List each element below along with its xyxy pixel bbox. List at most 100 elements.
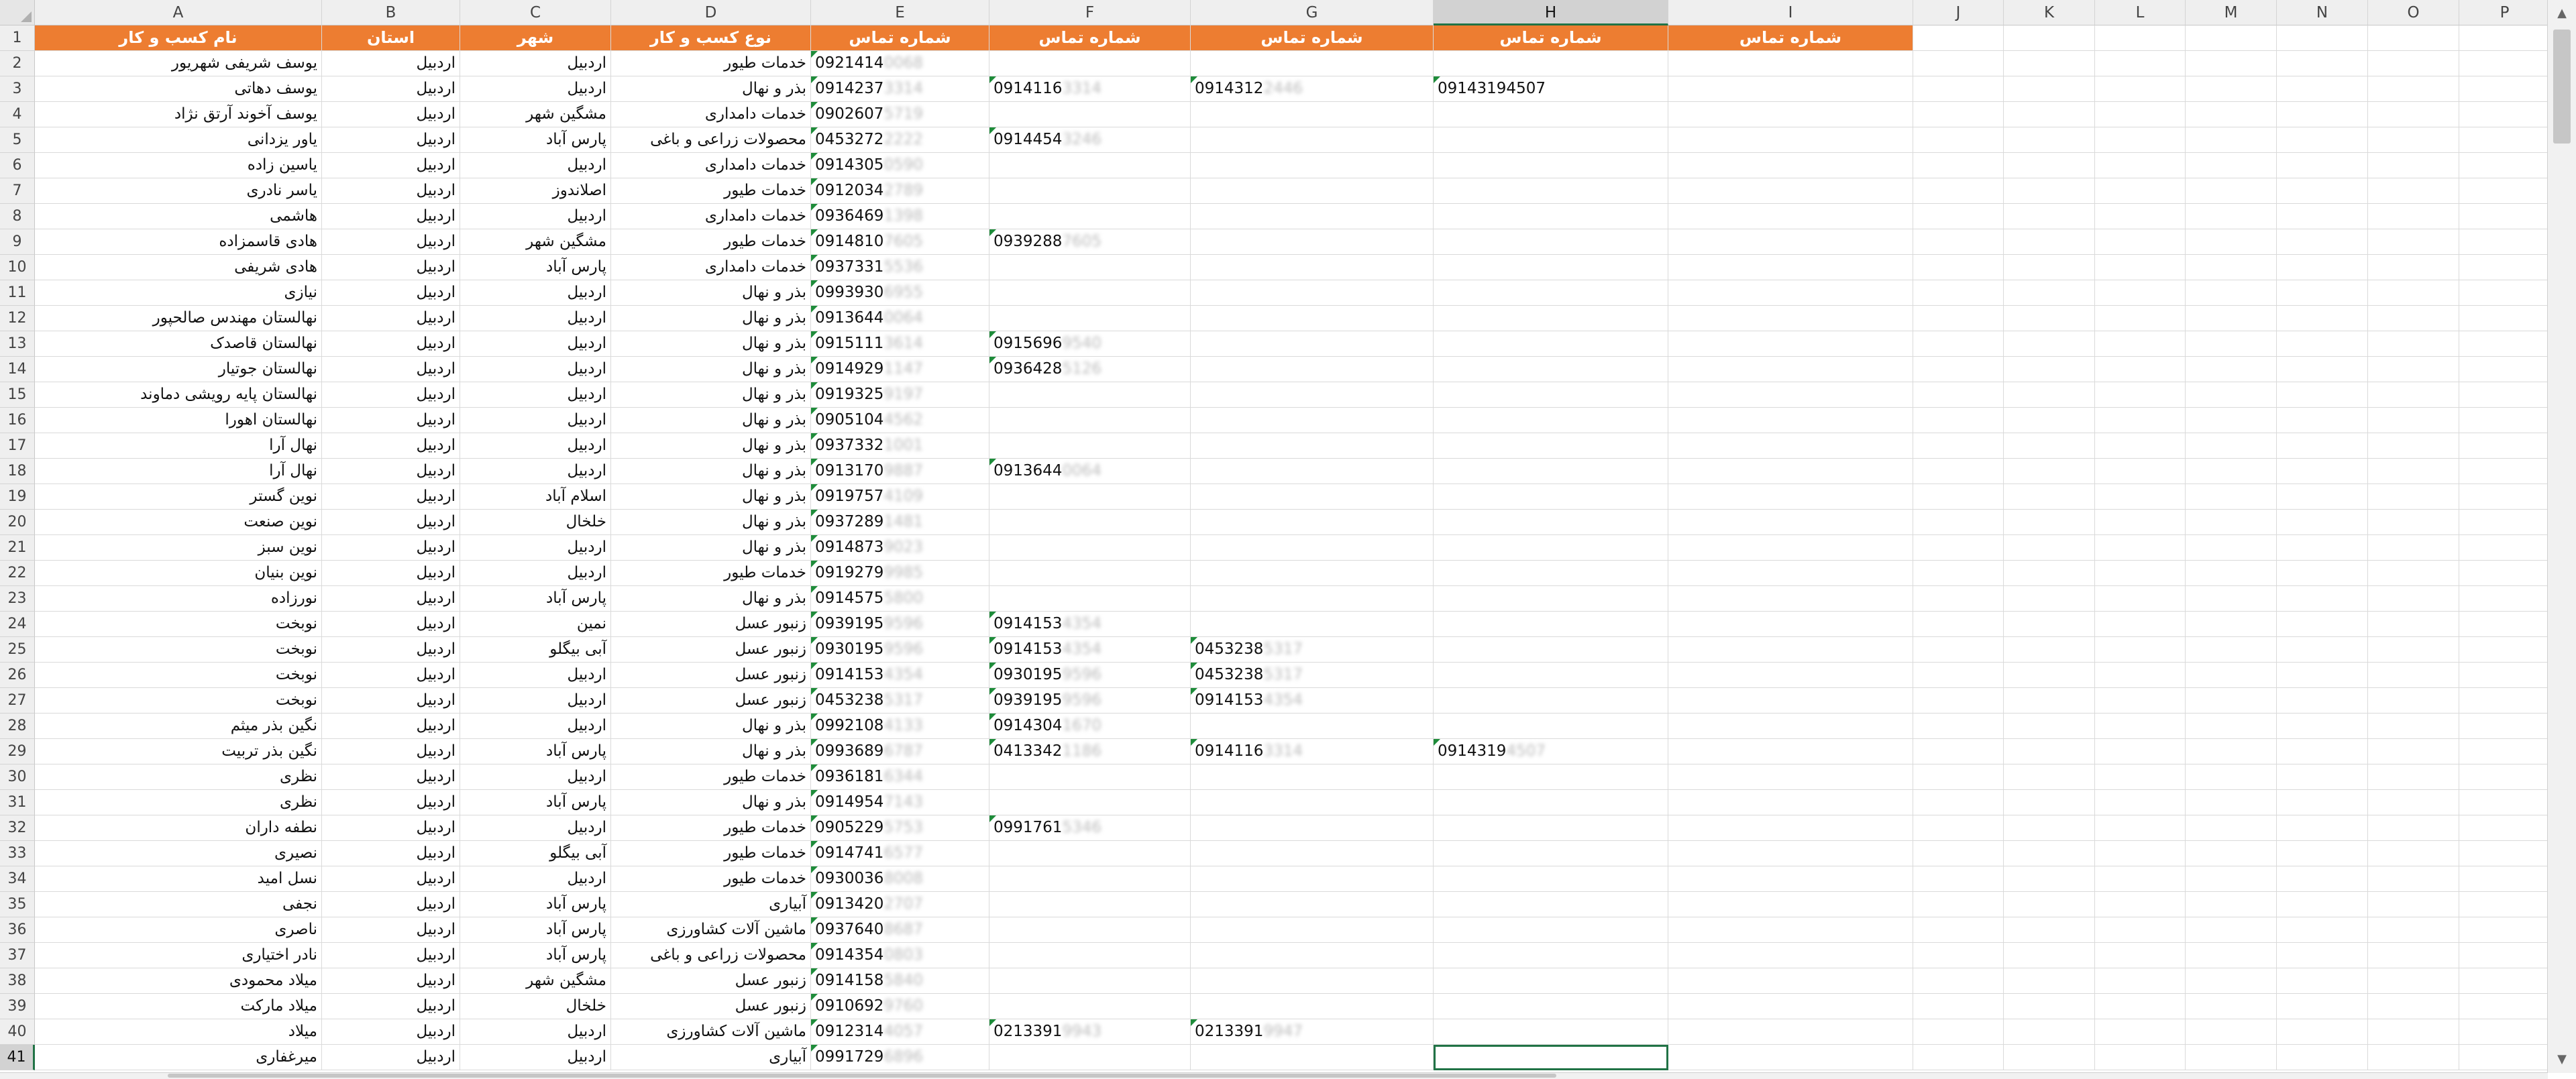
cell-h[interactable] <box>1434 51 1668 76</box>
cell-i[interactable] <box>1668 994 1913 1019</box>
row-header[interactable]: 28 <box>0 714 35 739</box>
cell-k[interactable] <box>2004 357 2095 382</box>
cell-f[interactable] <box>989 484 1191 510</box>
cell-f[interactable] <box>989 382 1191 408</box>
cell-n[interactable] <box>2277 943 2368 968</box>
cell-e[interactable]: 09136440064 <box>811 306 989 331</box>
cell-l[interactable] <box>2095 815 2186 841</box>
cell-j[interactable] <box>1913 510 2004 535</box>
column-header-f[interactable]: F <box>989 0 1191 25</box>
cell-b[interactable]: اردبیل <box>322 229 460 255</box>
cell-f[interactable] <box>989 306 1191 331</box>
cell-m[interactable] <box>2186 739 2277 764</box>
cell-a[interactable]: نوبخت <box>35 637 322 663</box>
cell-o[interactable] <box>2368 994 2459 1019</box>
cell-n[interactable] <box>2277 1019 2368 1045</box>
column-header-n[interactable]: N <box>2277 0 2368 25</box>
cell-n[interactable] <box>2277 866 2368 892</box>
row-header[interactable]: 18 <box>0 459 35 484</box>
cell-n[interactable] <box>2277 790 2368 815</box>
cell-h[interactable] <box>1434 612 1668 637</box>
cell-l[interactable] <box>2095 484 2186 510</box>
cell-k[interactable] <box>2004 586 2095 612</box>
cell-m[interactable] <box>2186 663 2277 688</box>
cell-d[interactable]: آبیاری <box>611 892 811 917</box>
cell-g[interactable] <box>1191 892 1434 917</box>
cell-h[interactable] <box>1434 892 1668 917</box>
cell-l[interactable] <box>2095 739 2186 764</box>
cell-k[interactable] <box>2004 1045 2095 1070</box>
cell-g[interactable]: 09141534354 <box>1191 688 1434 714</box>
header-cell-a[interactable]: نام کسب و کار <box>35 25 322 51</box>
cell-c[interactable]: اردبیل <box>460 535 611 561</box>
cell-m[interactable] <box>2186 357 2277 382</box>
cell-a[interactable]: نگین بذر میثم <box>35 714 322 739</box>
cell-p[interactable] <box>2459 229 2548 255</box>
cell-d[interactable]: خدمات طیور <box>611 561 811 586</box>
cell-h[interactable] <box>1434 714 1668 739</box>
cell-a[interactable]: نطفه داران <box>35 815 322 841</box>
cell-g[interactable] <box>1191 357 1434 382</box>
cell-j[interactable] <box>1913 102 2004 127</box>
cell-j[interactable] <box>1913 433 2004 459</box>
cell-j[interactable] <box>1913 204 2004 229</box>
cell-i[interactable] <box>1668 382 1913 408</box>
cell-l[interactable] <box>2095 408 2186 433</box>
cell-k[interactable] <box>2004 459 2095 484</box>
cell-h[interactable] <box>1434 408 1668 433</box>
cell-n[interactable] <box>2277 561 2368 586</box>
row-header[interactable]: 41 <box>0 1045 35 1070</box>
cell-d[interactable]: خدمات طیور <box>611 51 811 76</box>
cell-d[interactable]: زنبور عسل <box>611 637 811 663</box>
row-header[interactable]: 8 <box>0 204 35 229</box>
cell-n[interactable] <box>2277 892 2368 917</box>
header-cell-e[interactable]: شماره تماس <box>811 25 989 51</box>
cell-d[interactable]: بذر و نهال <box>611 739 811 764</box>
cell-j[interactable] <box>1913 764 2004 790</box>
cell-p[interactable] <box>2459 153 2548 178</box>
row-header[interactable]: 14 <box>0 357 35 382</box>
cell-p[interactable] <box>2459 510 2548 535</box>
cell-i[interactable] <box>1668 331 1913 357</box>
cell-h[interactable] <box>1434 663 1668 688</box>
cell-e[interactable]: 09131709887 <box>811 459 989 484</box>
cell-k[interactable] <box>2004 943 2095 968</box>
cell-k[interactable] <box>2004 637 2095 663</box>
cell-d[interactable]: زنبور عسل <box>611 612 811 637</box>
cell-h[interactable] <box>1434 382 1668 408</box>
cell-c[interactable]: پارس آباد <box>460 917 611 943</box>
cell-f[interactable]: 02133919943 <box>989 1019 1191 1045</box>
cell-h[interactable] <box>1434 943 1668 968</box>
cell-b[interactable]: اردبیل <box>322 459 460 484</box>
cell-c[interactable]: اردبیل <box>460 204 611 229</box>
cell-n[interactable] <box>2277 382 2368 408</box>
cell-f[interactable]: 09301959596 <box>989 663 1191 688</box>
cell-i[interactable] <box>1668 255 1913 280</box>
row-header[interactable]: 37 <box>0 943 35 968</box>
cell-m[interactable] <box>2186 917 2277 943</box>
row-header[interactable]: 6 <box>0 153 35 178</box>
header-cell-d[interactable]: نوع کسب و کار <box>611 25 811 51</box>
cell-p[interactable] <box>2459 688 2548 714</box>
cell-e[interactable]: 09214140068 <box>811 51 989 76</box>
cell-m[interactable] <box>2186 714 2277 739</box>
cell-d[interactable]: بذر و نهال <box>611 408 811 433</box>
cell-o[interactable] <box>2368 714 2459 739</box>
cell-p[interactable] <box>2459 739 2548 764</box>
cell-j[interactable] <box>1913 484 2004 510</box>
cell-d[interactable]: بذر و نهال <box>611 510 811 535</box>
cell-o[interactable] <box>2368 739 2459 764</box>
cell-m[interactable] <box>2186 841 2277 866</box>
cell-i[interactable] <box>1668 866 1913 892</box>
row-header[interactable]: 1 <box>0 25 35 51</box>
cell-e[interactable]: 09134202707 <box>811 892 989 917</box>
cell-m[interactable] <box>2186 764 2277 790</box>
cell-g[interactable] <box>1191 917 1434 943</box>
cell-p[interactable] <box>2459 459 2548 484</box>
row-header[interactable]: 39 <box>0 994 35 1019</box>
row-header[interactable]: 9 <box>0 229 35 255</box>
header-cell-b[interactable]: استان <box>322 25 460 51</box>
column-header-d[interactable]: D <box>611 0 811 25</box>
cell-n[interactable] <box>2277 535 2368 561</box>
cell-h[interactable] <box>1434 229 1668 255</box>
